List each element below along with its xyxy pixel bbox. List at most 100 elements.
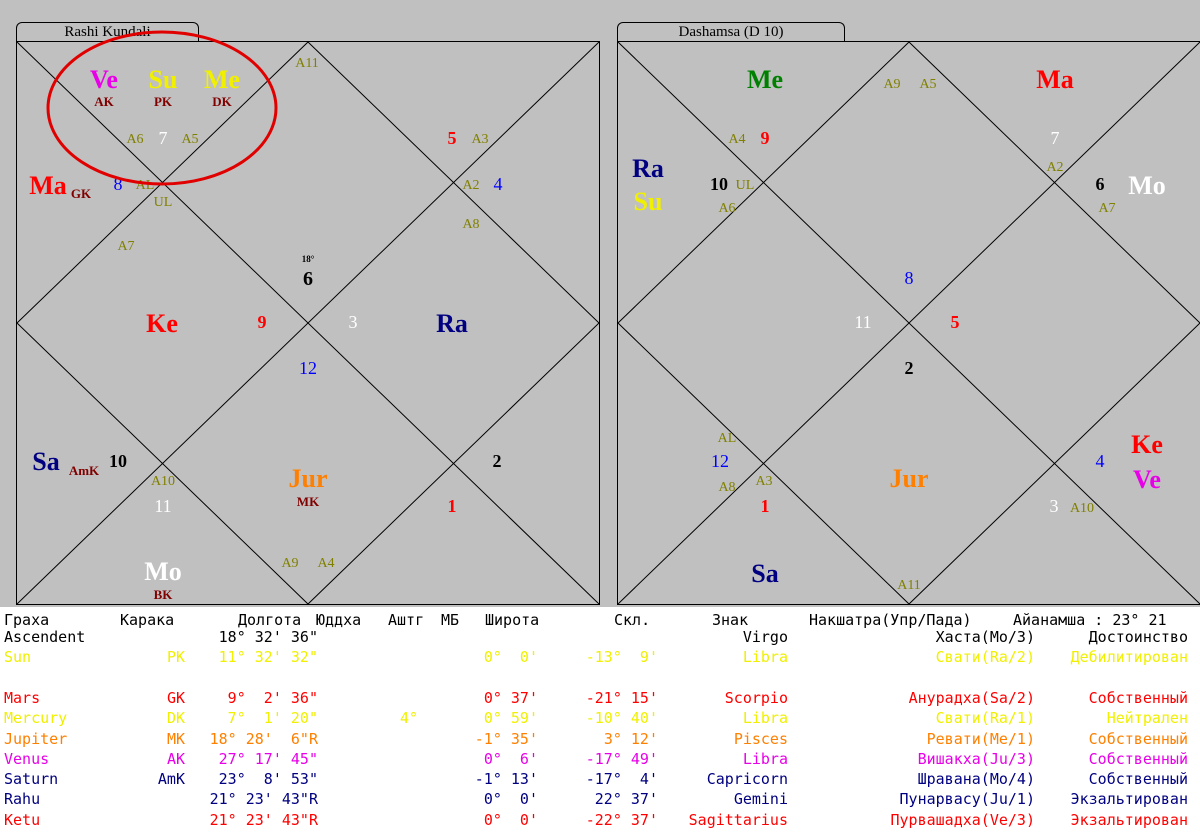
dashamsa-svg: Me A9 A5 Ma A4 9 7 Ra A2 10 UL 6 Mo Su A6 A7 8 11 5 2 AL Ke 12… — [617, 41, 1200, 605]
row-sun-shirota: 0° 0' — [483, 648, 538, 667]
row-ketu-skl: -22° 37' — [585, 810, 658, 829]
row-mercury-dost: Нейтрален — [1106, 709, 1188, 728]
row-mercury-shirota: 0° 59' — [483, 709, 538, 728]
dashamsa-label-23: 4 — [1096, 451, 1105, 471]
row-moon-dost: Друг — [1151, 668, 1188, 687]
dashamsa-label-22: 12 — [711, 451, 729, 471]
row-venus-dolgota: 27° 17' 45" — [218, 749, 318, 768]
row-mars-znak: Scorpio — [724, 688, 788, 707]
row-ascendent-dost: Достоинство — [1088, 628, 1188, 646]
dashamsa-label-26: Jur — [890, 464, 929, 493]
dashamsa-label-16: 8 — [905, 268, 914, 288]
dashamsa-chart: Me A9 A5 Ma A4 9 7 Ra A2 10 UL 6 Mo Su A6 A7 8 11 5 2 AL Ke 12… — [617, 41, 1200, 605]
rashi-label-6: A11 — [295, 56, 319, 71]
row-mercury-dolgota: 7° 1' 20" — [218, 709, 318, 728]
row-venus-skl: -17° 49' — [585, 749, 658, 768]
row-moon-shirota: -4° 27' — [474, 668, 538, 687]
row-mars-nakshatra: Анурадха(Sa/2) — [908, 688, 1035, 707]
dashamsa-label-19: 2 — [905, 358, 914, 378]
row-moon-skl: -9° 41' — [594, 668, 658, 687]
row-venus-graha: Venus — [4, 749, 50, 768]
row-rahu-shirota: 0° 0' — [483, 790, 538, 809]
row-sun-graha: Sun — [4, 648, 32, 667]
row-mercury-graha: Mercury — [4, 709, 68, 728]
rashi-label-30: 10 — [109, 451, 127, 471]
rashi-label-40: BK — [154, 587, 174, 602]
rashi-label-39: Mo — [144, 557, 182, 586]
rashi-label-21: 18° — [302, 254, 315, 264]
row-mars-shirota: 0° 37' — [483, 688, 538, 707]
row-ketu-dost: Экзальтирован — [1070, 810, 1188, 829]
row-venus-karaka: AK — [166, 749, 185, 768]
highlight-circle-annotation — [46, 30, 278, 186]
dashamsa-label-25: A8 — [718, 480, 735, 495]
row-saturn-karaka: AmK — [157, 770, 185, 789]
rashi-label-34: MK — [297, 494, 320, 509]
dashamsa-label-20: AL — [718, 431, 737, 446]
rashi-label-19: A8 — [462, 217, 479, 232]
rashi-label-13: GK — [71, 186, 92, 201]
row-sun-skl: -13° 9' — [585, 648, 658, 667]
row-rahu-znak: Gemini — [733, 790, 788, 809]
row-jupiter-graha: Jupiter — [4, 729, 68, 748]
dashamsa-label-11: 6 — [1096, 174, 1105, 194]
row-saturn-shirota: -1° 13' — [474, 770, 538, 789]
header-shirota: Широта — [485, 611, 540, 629]
row-moon-karaka: BK — [166, 668, 185, 687]
row-jupiter-nakshatra: Ревати(Me/1) — [926, 729, 1035, 748]
row-rahu-nakshatra: Пунарвасу(Ju/1) — [899, 790, 1035, 809]
header-mb: МБ — [441, 611, 460, 629]
dashamsa-tab[interactable]: Dashamsa (D 10) — [617, 22, 845, 41]
row-moon-dolgota: 22° 28' 3" — [218, 668, 318, 687]
rashi-label-31: A10 — [151, 474, 175, 489]
dashamsa-label-10: UL — [736, 178, 755, 193]
row-rahu-dost: Экзальтирован — [1070, 790, 1188, 809]
row-mercury-karaka: DK — [166, 709, 185, 728]
row-mars-skl: -21° 15' — [585, 688, 658, 707]
row-rahu-dolgota: 21° 23' 43"R — [209, 790, 318, 809]
dashamsa-label-27: Ve — [1133, 465, 1161, 494]
row-jupiter-dost: Собственный — [1088, 729, 1188, 748]
header-skl: Скл. — [614, 611, 651, 629]
row-sun-nakshatra: Свати(Ra/2) — [935, 648, 1035, 667]
dashamsa-label-21: Ke — [1131, 430, 1163, 459]
row-sun-dost: Дебилитирован — [1070, 648, 1188, 667]
row-saturn-nakshatra: Шравана(Mo/4) — [917, 770, 1035, 789]
dashamsa-label-0: Me — [747, 65, 783, 94]
rashi-label-10: 5 — [448, 128, 457, 148]
dashamsa-label-7: Ra — [632, 154, 664, 183]
row-saturn-znak: Capricorn — [706, 770, 788, 789]
dashamsa-label-32: A11 — [897, 578, 921, 593]
row-moon-graha: Moon — [4, 668, 41, 687]
dashamsa-label-14: A6 — [718, 201, 735, 216]
rashi-label-23: Ke — [146, 309, 178, 338]
dashamsa-label-24: A3 — [755, 474, 772, 489]
row-venus-shirota: 0° 6' — [483, 749, 538, 768]
row-rahu-skl: 22° 37' — [594, 790, 658, 809]
dashamsa-lines — [617, 41, 1200, 605]
row-jupiter-dolgota: 18° 28' 6"R — [209, 729, 318, 748]
dashamsa-label-29: 3 — [1050, 496, 1059, 516]
dashamsa-label-12: Mo — [1128, 171, 1166, 200]
dashamsa-label-3: Ma — [1036, 65, 1074, 94]
row-venus-nakshatra: Вишакха(Ju/3) — [917, 749, 1035, 768]
row-ketu-dolgota: 21° 23' 43"R — [209, 810, 318, 829]
rashi-label-24: 9 — [258, 312, 267, 332]
rashi-label-11: A3 — [471, 132, 488, 147]
planet-table: Граха Карака Долгота Юддха Аштг МБ Широт… — [0, 607, 1200, 833]
rashi-label-22: 6 — [303, 268, 313, 290]
dashamsa-label-30: A10 — [1070, 501, 1094, 516]
row-ketu-shirota: 0° 0' — [483, 810, 538, 829]
rashi-label-26: Ra — [436, 309, 468, 338]
row-mars-karaka: GK — [166, 688, 185, 707]
row-mercury-nakshatra: Свати(Ra/1) — [935, 709, 1035, 728]
row-rahu-graha: Rahu — [4, 790, 41, 809]
row-jupiter-karaka: MK — [166, 729, 185, 748]
dashamsa-label-5: 9 — [761, 128, 770, 148]
row-jupiter-znak: Pisces — [733, 729, 788, 748]
dashamsa-label-18: 5 — [951, 312, 960, 332]
rashi-label-29: AmK — [69, 463, 100, 478]
row-moon-znak: Aquarius — [715, 668, 788, 687]
dashamsa-label-9: 10 — [710, 174, 728, 194]
rashi-label-37: A9 — [281, 556, 298, 571]
